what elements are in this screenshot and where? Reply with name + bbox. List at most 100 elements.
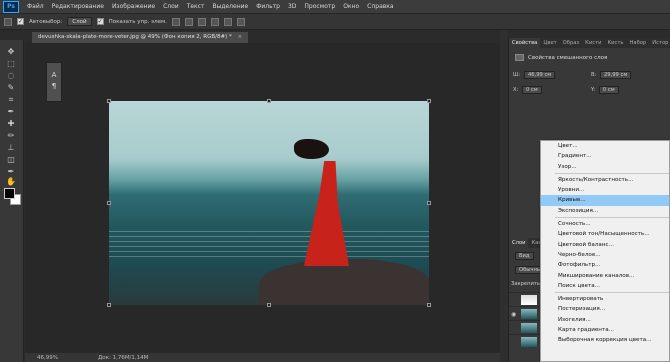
transform-handle-tc[interactable] [267, 99, 271, 103]
menu-bar: Ps Файл Редактирование Изображение Слои … [0, 0, 670, 14]
align-top-icon[interactable] [171, 17, 180, 26]
stamp-tool-icon[interactable]: ⊥ [5, 142, 17, 153]
menu-filter[interactable]: Фильтр [252, 3, 284, 10]
y-label: Y: [591, 87, 596, 93]
transform-handle-bc[interactable] [267, 303, 271, 307]
align-left-icon[interactable] [210, 17, 219, 26]
tab-color[interactable]: Цвет [540, 38, 559, 48]
align-bottom-icon[interactable] [197, 17, 206, 26]
menu-item[interactable]: Поиск цвета... [541, 281, 669, 291]
hand-tool-icon[interactable]: ✋ [5, 176, 17, 187]
document-tab[interactable]: devushka-skala-plate-more-veter.jpg @ 49… [32, 32, 249, 43]
menu-separator [555, 172, 669, 174]
menu-item[interactable]: Сочность... [541, 219, 669, 229]
menu-file[interactable]: Файл [23, 3, 48, 10]
menu-item[interactable]: Микширование каналов... [541, 271, 669, 281]
align-middle-icon[interactable] [184, 17, 193, 26]
tab-history[interactable]: Истор [649, 38, 670, 48]
menu-3d[interactable]: 3D [284, 3, 300, 10]
y-field[interactable]: 0 см [598, 86, 619, 94]
layer-kind-filter[interactable]: Вид [513, 252, 534, 260]
menu-text[interactable]: Текст [183, 3, 209, 10]
menu-item[interactable]: Цвет... [541, 141, 669, 151]
auto-select-dropdown[interactable]: Слой [67, 17, 92, 26]
eyedropper-tool-icon[interactable]: ✒ [5, 106, 17, 117]
quick-select-tool-icon[interactable]: ✎ [5, 82, 17, 93]
menu-item[interactable]: Черно-белое... [541, 250, 669, 260]
document-image[interactable] [109, 101, 429, 305]
tools-panel: ✥ ⬚ ◌ ✎ ⌗ ✒ ✚ ✏ ⊥ ◫ ✒ ✋ [0, 40, 24, 362]
woman-hair [294, 139, 329, 159]
healing-brush-icon[interactable]: ✚ [5, 118, 17, 129]
menu-item[interactable]: Экспозиция... [541, 206, 669, 216]
menu-item[interactable]: Изогелия... [541, 315, 669, 325]
menu-item[interactable]: Цветовой баланс... [541, 240, 669, 250]
tab-brush[interactable]: Кисть [604, 38, 626, 48]
status-bar: 46,99% Док: 1,76M/1,14M [25, 353, 500, 362]
lock-row: Закрепить: [511, 281, 542, 287]
layer-thumbnail [521, 323, 537, 333]
visibility-eye-icon[interactable]: ◉ [511, 311, 516, 318]
menu-help[interactable]: Справка [363, 3, 397, 10]
foreground-color-swatch[interactable] [4, 188, 15, 199]
show-transform-label: Показать упр. элем. [108, 18, 167, 25]
tab-presets[interactable]: Набор [626, 38, 649, 48]
menu-window[interactable]: Окно [339, 3, 363, 10]
menu-item[interactable]: Карта градиента... [541, 325, 669, 335]
kind-dropdown[interactable]: Вид [515, 252, 534, 260]
eraser-tool-icon[interactable]: ◫ [5, 154, 17, 165]
height-row: В: 29,99 см [591, 71, 632, 79]
width-field[interactable]: 46,99 см [523, 71, 556, 79]
menu-edit[interactable]: Редактирование [48, 3, 108, 10]
align-right-icon[interactable] [236, 17, 245, 26]
menu-item[interactable]: Яркость/Контрастность... [541, 175, 669, 185]
layer-thumbnail [521, 337, 537, 347]
move-tool-icon[interactable] [4, 17, 12, 26]
tab-properties[interactable]: Свойства [509, 38, 541, 48]
menu-select[interactable]: Выделение [208, 3, 252, 10]
x-field[interactable]: 0 см [521, 86, 542, 94]
photoshop-logo: Ps [3, 0, 19, 13]
tab-brushes[interactable]: Кисти [582, 38, 604, 48]
menu-item[interactable]: Кривые... [541, 195, 669, 206]
menu-image[interactable]: Изображение [108, 3, 159, 10]
show-transform-checkbox[interactable]: ✓ [96, 18, 104, 25]
woman-red-dress [304, 161, 349, 266]
menu-item[interactable]: Цветовой тон/Насыщенность... [541, 229, 669, 239]
menu-separator [555, 292, 669, 294]
menu-item[interactable]: Постеризация... [541, 304, 669, 314]
tab-swatches[interactable]: Образ [560, 38, 583, 48]
properties-title-text: Свойства смешанного слоя [528, 54, 608, 61]
close-tab-icon[interactable]: × [238, 34, 243, 40]
transform-handle-bl[interactable] [107, 303, 111, 307]
auto-select-checkbox[interactable]: ✓ [17, 18, 24, 25]
brush-tool-icon[interactable]: ✏ [5, 130, 17, 141]
zoom-level[interactable]: 46,99% [37, 355, 58, 361]
transform-handle-br[interactable] [427, 303, 431, 307]
transform-handle-tl[interactable] [107, 99, 111, 103]
height-field[interactable]: 29,99 см [599, 71, 632, 79]
auto-select-label: Автовыбор: [29, 18, 63, 25]
sea-foam [109, 231, 429, 261]
transform-handle-tr[interactable] [427, 99, 431, 103]
marquee-tool-icon[interactable]: ⬚ [5, 58, 17, 69]
crop-tool-icon[interactable]: ⌗ [5, 94, 17, 105]
menu-separator [555, 217, 669, 219]
menu-layers[interactable]: Слои [159, 3, 183, 10]
menu-item[interactable]: Инвертировать [541, 294, 669, 304]
tab-layers[interactable]: Слои [509, 238, 529, 248]
align-center-icon[interactable] [223, 17, 232, 26]
menu-view[interactable]: Просмотр [300, 3, 339, 10]
move-tool-icon[interactable]: ✥ [5, 46, 17, 57]
menu-item[interactable]: Уровни... [541, 185, 669, 195]
menu-item[interactable]: Градиент... [541, 151, 669, 161]
transform-handle-ml[interactable] [107, 201, 111, 205]
lasso-tool-icon[interactable]: ◌ [5, 70, 17, 81]
menu-item[interactable]: Выборочная коррекция цвета... [541, 335, 669, 345]
transform-handle-mr[interactable] [427, 201, 431, 205]
paragraph-panel-icon[interactable]: ¶ [47, 82, 61, 90]
character-panel-icon[interactable]: A [47, 71, 61, 79]
smart-object-icon [515, 54, 524, 61]
menu-item[interactable]: Фотофильтр... [541, 260, 669, 270]
menu-item[interactable]: Узор... [541, 162, 669, 172]
